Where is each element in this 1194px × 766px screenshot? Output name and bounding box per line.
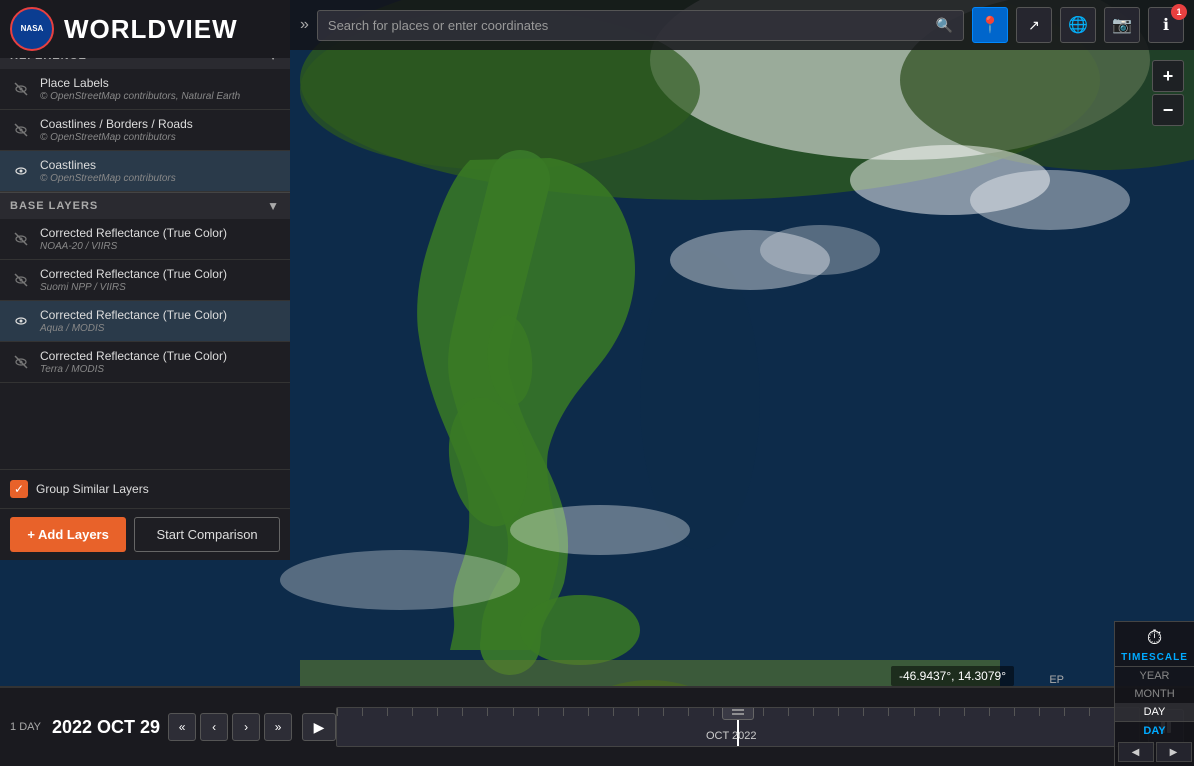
info-badge: 1 — [1171, 4, 1187, 20]
start-comparison-button[interactable]: Start Comparison — [134, 517, 280, 552]
timescale-label: TIMESCALE — [1115, 652, 1194, 667]
video-button[interactable]: ▶ — [302, 713, 336, 741]
day-count: 1 DAY — [10, 721, 41, 733]
group-similar-label: Group Similar Layers — [36, 482, 149, 496]
timescale-left-arrow[interactable]: ◀ — [1118, 742, 1154, 762]
info-icon: ℹ — [1163, 15, 1169, 35]
timeline-month-label: OCT 2022 — [706, 730, 757, 742]
timescale-panel: ⏱ TIMESCALE YEAR MONTH DAY DAY ◀ ▶ — [1114, 621, 1194, 766]
globe-icon: 🌐 — [1068, 15, 1088, 35]
layer-source: © OpenStreetMap contributors — [40, 132, 280, 143]
map-controls: + − — [1152, 60, 1184, 126]
camera-button[interactable]: 📷 — [1104, 7, 1140, 43]
nav-buttons: « ‹ › » — [168, 713, 292, 741]
layer-info: Corrected Reflectance (True Color) Aqua … — [40, 308, 280, 334]
layer-source: NOAA-20 / VIIRS — [40, 241, 280, 252]
timescale-day-option[interactable]: DAY — [1115, 703, 1194, 721]
next-next-button[interactable]: » — [264, 713, 292, 741]
next-button[interactable]: › — [232, 713, 260, 741]
layer-info: Place Labels © OpenStreetMap contributor… — [40, 76, 280, 102]
search-placeholder-text: Search for places or enter coordinates — [328, 18, 930, 33]
layer-name: Coastlines — [40, 158, 280, 172]
search-icon: 🔍 — [936, 17, 953, 34]
eye-icon[interactable] — [10, 351, 32, 373]
layer-info: Corrected Reflectance (True Color) NOAA-… — [40, 226, 280, 252]
add-layers-button[interactable]: + Add Layers — [10, 517, 126, 552]
prev-button[interactable]: ‹ — [200, 713, 228, 741]
base-section-header[interactable]: BASE LAYERS ▼ — [0, 192, 290, 219]
timescale-day-bottom[interactable]: DAY — [1115, 721, 1194, 740]
eye-icon[interactable] — [10, 160, 32, 182]
list-item[interactable]: Corrected Reflectance (True Color) NOAA-… — [0, 219, 290, 260]
layer-info: Corrected Reflectance (True Color) Terra… — [40, 349, 280, 375]
base-chevron-icon: ▼ — [267, 199, 280, 213]
timescale-right-arrow[interactable]: ▶ — [1156, 742, 1192, 762]
eye-icon[interactable] — [10, 119, 32, 141]
list-item[interactable]: Corrected Reflectance (True Color) Terra… — [0, 342, 290, 383]
share-icon: ↗ — [1028, 17, 1040, 34]
layer-name: Corrected Reflectance (True Color) — [40, 226, 280, 240]
prev-prev-button[interactable]: « — [168, 713, 196, 741]
timescale-icon: ⏱ — [1147, 627, 1163, 650]
group-similar-row[interactable]: ✓ Group Similar Layers — [0, 469, 290, 508]
date-display: 2022 OCT 29 — [52, 717, 160, 738]
app-header: NASA Worldview — [0, 0, 290, 58]
zoom-out-button[interactable]: − — [1152, 94, 1184, 126]
layer-source: Terra / MODIS — [40, 364, 280, 375]
search-chevrons-icon: » — [300, 16, 309, 34]
search-bar[interactable]: Search for places or enter coordinates 🔍 — [317, 10, 964, 41]
layer-name: Corrected Reflectance (True Color) — [40, 349, 280, 363]
info-button[interactable]: ℹ 1 — [1148, 7, 1184, 43]
left-panel: NASA Worldview ☰ Layers 📅 Events ⬇ Data … — [0, 0, 290, 560]
location-icon: 📍 — [980, 15, 1000, 35]
eye-icon[interactable] — [10, 228, 32, 250]
timeline: 1 DAY 2022 OCT 29 « ‹ › » ▶ — [0, 686, 1194, 766]
zoom-in-button[interactable]: + — [1152, 60, 1184, 92]
layer-source: © OpenStreetMap contributors — [40, 173, 280, 184]
layer-name: Corrected Reflectance (True Color) — [40, 267, 280, 281]
layer-info: Coastlines © OpenStreetMap contributors — [40, 158, 280, 184]
timeline-bar[interactable]: OCT 2022 — [336, 707, 1140, 747]
layer-name: Place Labels — [40, 76, 280, 90]
list-item[interactable]: Corrected Reflectance (True Color) Suomi… — [0, 260, 290, 301]
camera-icon: 📷 — [1112, 15, 1132, 35]
ep-label: EP — [1049, 674, 1064, 686]
list-item[interactable]: Place Labels © OpenStreetMap contributor… — [0, 69, 290, 110]
app-title: Worldview — [64, 14, 238, 45]
nasa-logo-text: NASA — [21, 25, 44, 34]
layer-source: Aqua / MODIS — [40, 323, 280, 334]
layers-panel: REFERENCE ▼ Place Labels © OpenStreetMap… — [0, 42, 290, 469]
panel-buttons: + Add Layers Start Comparison — [0, 508, 290, 560]
timescale-year-option[interactable]: YEAR — [1115, 667, 1194, 685]
timeline-handle[interactable] — [722, 707, 754, 720]
layer-info: Coastlines / Borders / Roads © OpenStree… — [40, 117, 280, 143]
layer-source: © OpenStreetMap contributors, Natural Ea… — [40, 91, 280, 102]
list-item[interactable]: Corrected Reflectance (True Color) Aqua … — [0, 301, 290, 342]
timescale-month-option[interactable]: MONTH — [1115, 685, 1194, 703]
layer-name: Coastlines / Borders / Roads — [40, 117, 280, 131]
list-item[interactable]: Coastlines © OpenStreetMap contributors — [0, 151, 290, 192]
share-button[interactable]: ↗ — [1016, 7, 1052, 43]
location-button[interactable]: 📍 — [972, 7, 1008, 43]
layer-name: Corrected Reflectance (True Color) — [40, 308, 280, 322]
eye-icon[interactable] — [10, 269, 32, 291]
nasa-logo: NASA — [10, 7, 54, 51]
base-layers-label: BASE LAYERS — [10, 200, 98, 212]
list-item[interactable]: Coastlines / Borders / Roads © OpenStree… — [0, 110, 290, 151]
coordinates-display: -46.9437°, 14.3079° — [891, 666, 1014, 686]
top-bar: » Search for places or enter coordinates… — [290, 0, 1194, 50]
eye-icon[interactable] — [10, 78, 32, 100]
eye-icon[interactable] — [10, 310, 32, 332]
layer-source: Suomi NPP / VIIRS — [40, 282, 280, 293]
group-similar-checkbox[interactable]: ✓ — [10, 480, 28, 498]
layer-info: Corrected Reflectance (True Color) Suomi… — [40, 267, 280, 293]
globe-button[interactable]: 🌐 — [1060, 7, 1096, 43]
